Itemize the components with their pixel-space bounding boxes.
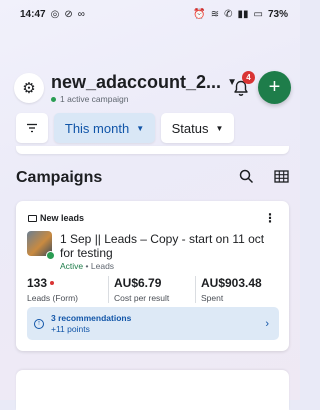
- metric-leads: 133 Leads (Form): [27, 276, 108, 303]
- metric-value: AU$6.79: [114, 276, 162, 290]
- meta-icon: ∞: [77, 8, 85, 20]
- campaign-metrics: 133 Leads (Form) AU$6.79 Cost per result…: [27, 276, 282, 303]
- recommendations-banner[interactable]: ↑ 3 recommendations +11 points ›: [27, 307, 279, 340]
- settings-button[interactable]: ⚙: [14, 73, 44, 103]
- account-name: new_adaccount_2...: [51, 72, 222, 92]
- campaign-name[interactable]: 1 Sep || Leads – Copy - start on 11 oct …: [60, 232, 280, 260]
- signal-icon: ▮▮: [237, 8, 249, 20]
- gear-icon: ⚙: [22, 80, 36, 97]
- leads-icon: [28, 214, 37, 222]
- campaign-type: Leads: [90, 261, 115, 271]
- metric-label: Cost per result: [114, 293, 170, 303]
- campaigns-header: Campaigns: [16, 166, 289, 190]
- date-range-label: This month: [64, 120, 130, 136]
- status-label: Status: [171, 120, 209, 136]
- battery-icon: ▭: [253, 8, 263, 20]
- filter-button[interactable]: [16, 113, 48, 143]
- alert-dot: [50, 281, 55, 285]
- recommendations-title: 3 recommendations: [51, 313, 132, 323]
- metric-label: Spent: [201, 293, 224, 303]
- metric-value: 133: [27, 276, 48, 290]
- active-dot: [51, 96, 56, 102]
- meta-separator: •: [85, 261, 89, 271]
- create-button[interactable]: +: [258, 71, 291, 104]
- battery-level: 73%: [267, 8, 288, 20]
- objective-label: New leads: [40, 213, 85, 223]
- campaign-state: Active: [60, 261, 84, 271]
- alarm-icon: ⏰: [193, 8, 206, 20]
- filter-icon: [27, 123, 37, 133]
- call-icon: ✆: [224, 8, 233, 20]
- notifications-button[interactable]: 4: [229, 71, 255, 100]
- plus-icon: +: [268, 76, 281, 98]
- more-options-icon[interactable]: ⋮: [264, 211, 276, 225]
- clock: 14:47: [20, 8, 46, 20]
- table-view-icon[interactable]: [274, 170, 289, 186]
- metric-value: AU$903.48: [201, 276, 262, 290]
- caret-down-icon: ▼: [215, 123, 224, 133]
- campaign-objective: New leads: [28, 213, 84, 223]
- chevron-right-icon: ›: [265, 317, 269, 330]
- metric-cost-per-result: AU$6.79 Cost per result: [108, 276, 195, 303]
- metric-spent: AU$903.48 Spent: [195, 276, 282, 303]
- campaign-meta: Active • Leads: [60, 261, 114, 271]
- filter-bar: This month ▼ Status ▼: [16, 113, 234, 143]
- active-campaigns-text: 1 active campaign: [60, 94, 129, 104]
- next-campaign-card[interactable]: [16, 370, 289, 410]
- date-range-dropdown[interactable]: This month ▼: [54, 113, 155, 143]
- account-header: ⚙ new_adaccount_2... ▼ 1 active campaign…: [14, 68, 291, 108]
- status-dropdown[interactable]: Status ▼: [161, 113, 234, 143]
- caret-down-icon: ▼: [136, 123, 145, 133]
- wifi-icon: ≋: [210, 8, 220, 20]
- recommendations-points: +11 points: [51, 324, 90, 334]
- notification-badge: 4: [242, 71, 255, 84]
- metric-label: Leads (Form): [27, 293, 79, 303]
- shield-icon: ◎: [50, 8, 60, 20]
- block-icon: ⊘: [64, 8, 73, 20]
- section-title: Campaigns: [16, 169, 103, 186]
- status-bar: 14:47 ◎ ⊘ ∞ ⏰ ≋ ✆ ▮▮ ▭ 73%: [0, 0, 300, 28]
- campaign-card[interactable]: New leads ⋮ 1 Sep || Leads – Copy - star…: [16, 201, 289, 351]
- search-icon[interactable]: [239, 169, 254, 187]
- arrow-up-icon: ↑: [34, 318, 44, 329]
- active-dot: [46, 251, 55, 260]
- summary-card-bottom: [16, 146, 289, 154]
